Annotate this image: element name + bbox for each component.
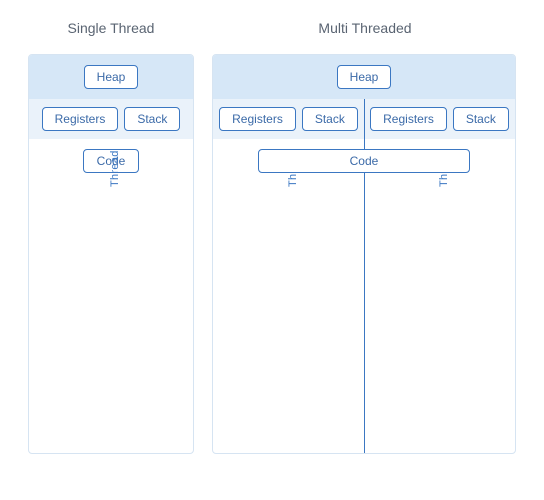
registers-stack-pair: Registers Stack: [219, 107, 358, 131]
registers-stack-pair: Registers Stack: [42, 107, 181, 131]
heap-band-single: Heap: [29, 55, 193, 99]
code-area-single: Code Thread: [29, 139, 193, 173]
heap-chip: Heap: [337, 65, 392, 89]
stack-chip: Stack: [453, 107, 509, 131]
code-chip: Code: [258, 149, 469, 173]
heap-chip: Heap: [84, 65, 139, 89]
title-single-thread: Single Thread: [28, 20, 194, 36]
divider-line-icon: [364, 99, 365, 139]
body-single: Code Thread: [29, 139, 193, 453]
panel-single-thread: Heap Registers Stack Code Thread: [28, 54, 194, 454]
divider-line-icon: [364, 139, 365, 453]
stack-chip: Stack: [124, 107, 180, 131]
heap-band-multi: Heap: [213, 55, 515, 99]
titles-row: Single Thread Multi Threaded: [28, 20, 516, 36]
registers-stack-pair: Registers Stack: [370, 107, 509, 131]
stack-chip: Stack: [302, 107, 358, 131]
thread-label: Thread: [109, 150, 121, 187]
panel-multi-threaded: Heap Registers Stack Registers Stack Cod…: [212, 54, 516, 454]
code-area-multi: Code Thread Thread: [213, 139, 515, 173]
title-multi-threaded: Multi Threaded: [194, 20, 516, 36]
registers-chip: Registers: [370, 107, 447, 131]
registers-band-single: Registers Stack: [29, 99, 193, 139]
body-multi: Code Thread Thread: [213, 139, 515, 453]
registers-band-multi: Registers Stack Registers Stack: [213, 99, 515, 139]
panels-row: Heap Registers Stack Code Thread Heap Re…: [28, 54, 516, 454]
registers-chip: Registers: [42, 107, 119, 131]
registers-chip: Registers: [219, 107, 296, 131]
